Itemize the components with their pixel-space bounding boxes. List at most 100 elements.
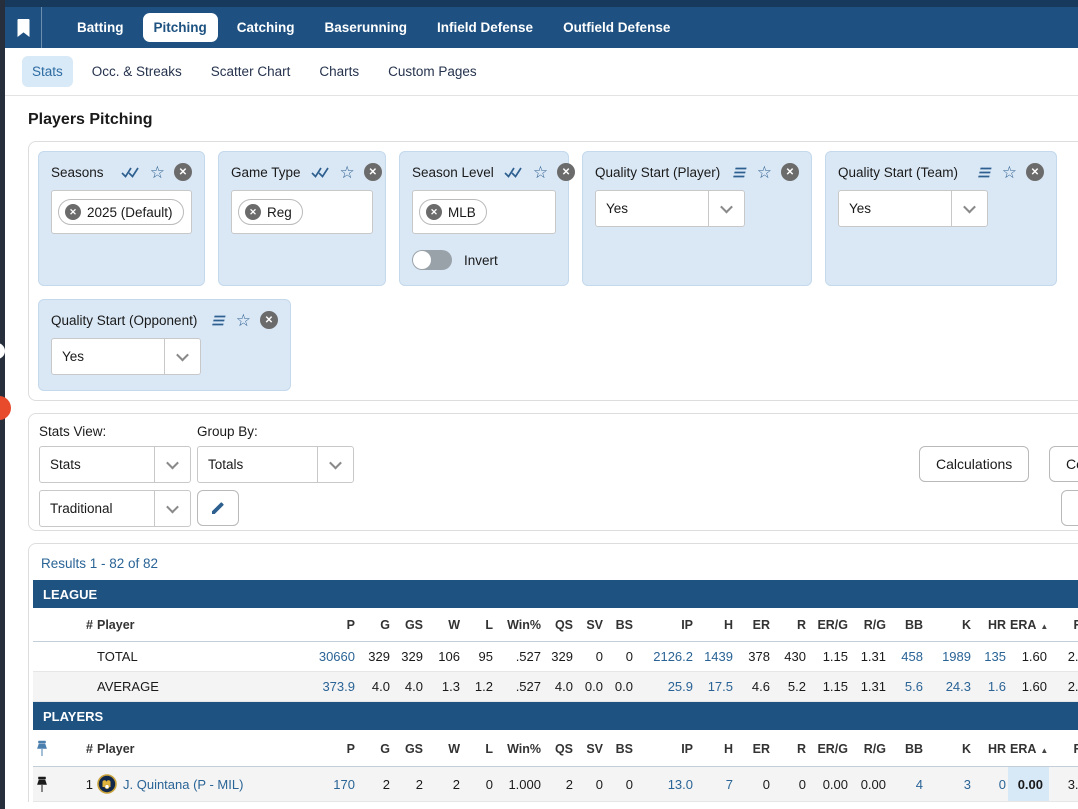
subnav-scatter-chart[interactable]: Scatter Chart — [201, 56, 301, 87]
chip-remove-icon[interactable]: ✕ — [426, 204, 442, 220]
stat-link[interactable]: 135 — [984, 649, 1006, 664]
pin-cell[interactable] — [33, 767, 67, 802]
results-summary-link[interactable]: Results 1 - 82 of 82 — [41, 556, 158, 571]
favorite-star-icon[interactable]: ☆ — [150, 164, 165, 181]
columns-button[interactable]: Colu — [1049, 446, 1078, 482]
column-header-er[interactable]: ER — [735, 608, 772, 642]
favorite-star-icon[interactable]: ☆ — [533, 164, 548, 181]
column-header--[interactable]: # — [67, 730, 95, 767]
filter-options-icon[interactable] — [732, 166, 748, 179]
stat-link[interactable]: 24.3 — [946, 679, 971, 694]
column-header-gs[interactable]: GS — [392, 608, 425, 642]
remove-filter-icon[interactable]: ✕ — [1026, 163, 1044, 181]
column-header-hr[interactable]: HR — [973, 730, 1008, 767]
stat-link[interactable]: 13.0 — [668, 777, 693, 792]
column-header-l[interactable]: L — [462, 608, 495, 642]
column-header--[interactable]: # — [67, 608, 95, 642]
qs-team-select[interactable]: Yes — [838, 190, 988, 227]
column-header-gs[interactable]: GS — [392, 730, 425, 767]
subnav-charts[interactable]: Charts — [309, 56, 369, 87]
column-header-p[interactable]: P — [299, 730, 357, 767]
select-all-icon[interactable] — [121, 166, 141, 179]
tab-catching[interactable]: Catching — [226, 13, 306, 42]
column-header-g[interactable]: G — [357, 730, 392, 767]
chip-remove-icon[interactable]: ✕ — [245, 204, 261, 220]
column-header-k[interactable]: K — [925, 730, 973, 767]
remove-filter-icon[interactable]: ✕ — [781, 163, 799, 181]
stat-link[interactable]: 3 — [964, 777, 971, 792]
column-header-era[interactable]: ERA▲ — [1008, 730, 1049, 767]
column-header-r[interactable]: R — [772, 730, 808, 767]
invert-toggle[interactable] — [412, 250, 452, 270]
column-header-era[interactable]: ERA▲ — [1008, 608, 1049, 642]
stat-link[interactable]: 1439 — [704, 649, 733, 664]
remove-filter-icon[interactable]: ✕ — [260, 311, 278, 329]
remove-filter-icon[interactable]: ✕ — [364, 163, 382, 181]
calculations-button[interactable]: Calculations — [919, 446, 1029, 482]
pin-column-header[interactable] — [33, 730, 67, 767]
stat-link[interactable]: 30660 — [319, 649, 355, 664]
edit-stats-button[interactable] — [197, 490, 239, 526]
stat-link[interactable]: 373.9 — [322, 679, 355, 694]
tab-pitching[interactable]: Pitching — [143, 13, 218, 42]
filter-options-icon[interactable] — [977, 166, 993, 179]
stats-view-select[interactable]: Stats — [39, 446, 191, 483]
column-header-qs[interactable]: QS — [543, 608, 575, 642]
stat-link[interactable]: 1.6 — [988, 679, 1006, 694]
column-header-er-g[interactable]: ER/G — [808, 608, 850, 642]
column-header-r-g[interactable]: R/G — [850, 608, 888, 642]
column-header-hr[interactable]: HR — [973, 608, 1008, 642]
chip-remove-icon[interactable]: ✕ — [65, 204, 81, 220]
group-by-select[interactable]: Totals — [197, 446, 354, 483]
column-header-r[interactable]: R — [772, 608, 808, 642]
stat-link[interactable]: 458 — [901, 649, 923, 664]
column-header-k[interactable]: K — [925, 608, 973, 642]
column-header-sv[interactable]: SV — [575, 608, 605, 642]
column-header-w[interactable]: W — [425, 608, 462, 642]
column-header-fip[interactable]: FIP — [1049, 608, 1078, 642]
season-level-value-box[interactable]: ✕ MLB — [412, 190, 556, 234]
subnav-custom-pages[interactable]: Custom Pages — [378, 56, 487, 87]
column-header-er[interactable]: ER — [735, 730, 772, 767]
filter-options-icon[interactable] — [211, 314, 227, 327]
qs-opponent-select[interactable]: Yes — [51, 338, 201, 375]
player-link[interactable]: J. Quintana (P - MIL) — [123, 777, 243, 792]
column-header-player[interactable]: Player — [95, 730, 299, 767]
column-header-bs[interactable]: BS — [605, 730, 635, 767]
stat-link[interactable]: 1989 — [942, 649, 971, 664]
favorite-star-icon[interactable]: ☆ — [1002, 164, 1017, 181]
seasons-value-box[interactable]: ✕ 2025 (Default) — [51, 190, 192, 234]
stat-link[interactable]: 4 — [916, 777, 923, 792]
column-header-player[interactable]: Player — [95, 608, 299, 642]
remove-filter-icon[interactable]: ✕ — [174, 163, 192, 181]
stats-type-select[interactable]: Traditional — [39, 490, 191, 527]
column-header-ip[interactable]: IP — [635, 730, 695, 767]
tab-infield-defense[interactable]: Infield Defense — [426, 13, 544, 42]
stat-link[interactable]: 25.9 — [668, 679, 693, 694]
stat-link[interactable]: 7 — [726, 777, 733, 792]
side-drawer-handle[interactable] — [0, 343, 5, 359]
column-header-l[interactable]: L — [462, 730, 495, 767]
column-header-bb[interactable]: BB — [888, 730, 925, 767]
select-all-icon[interactable] — [504, 166, 524, 179]
stat-link[interactable]: 17.5 — [708, 679, 733, 694]
column-header-win-[interactable]: Win% — [495, 730, 543, 767]
qs-player-select[interactable]: Yes — [595, 190, 745, 227]
column-header-qs[interactable]: QS — [543, 730, 575, 767]
stat-link[interactable]: 2126.2 — [653, 649, 693, 664]
column-header-bs[interactable]: BS — [605, 608, 635, 642]
column-header-fip[interactable]: FIP — [1049, 730, 1078, 767]
column-header-w[interactable]: W — [425, 730, 462, 767]
favorite-star-icon[interactable]: ☆ — [236, 312, 251, 329]
tab-baserunning[interactable]: Baserunning — [314, 13, 419, 42]
column-header-ip[interactable]: IP — [635, 608, 695, 642]
favorite-star-icon[interactable]: ☆ — [757, 164, 772, 181]
column-header-g[interactable]: G — [357, 608, 392, 642]
stat-link[interactable]: 0 — [999, 777, 1006, 792]
favorite-star-icon[interactable]: ☆ — [340, 164, 355, 181]
stat-link[interactable]: 5.6 — [905, 679, 923, 694]
column-header-h[interactable]: H — [695, 608, 735, 642]
column-header-sv[interactable]: SV — [575, 730, 605, 767]
tab-outfield-defense[interactable]: Outfield Defense — [552, 13, 681, 42]
subnav-stats[interactable]: Stats — [22, 56, 73, 87]
